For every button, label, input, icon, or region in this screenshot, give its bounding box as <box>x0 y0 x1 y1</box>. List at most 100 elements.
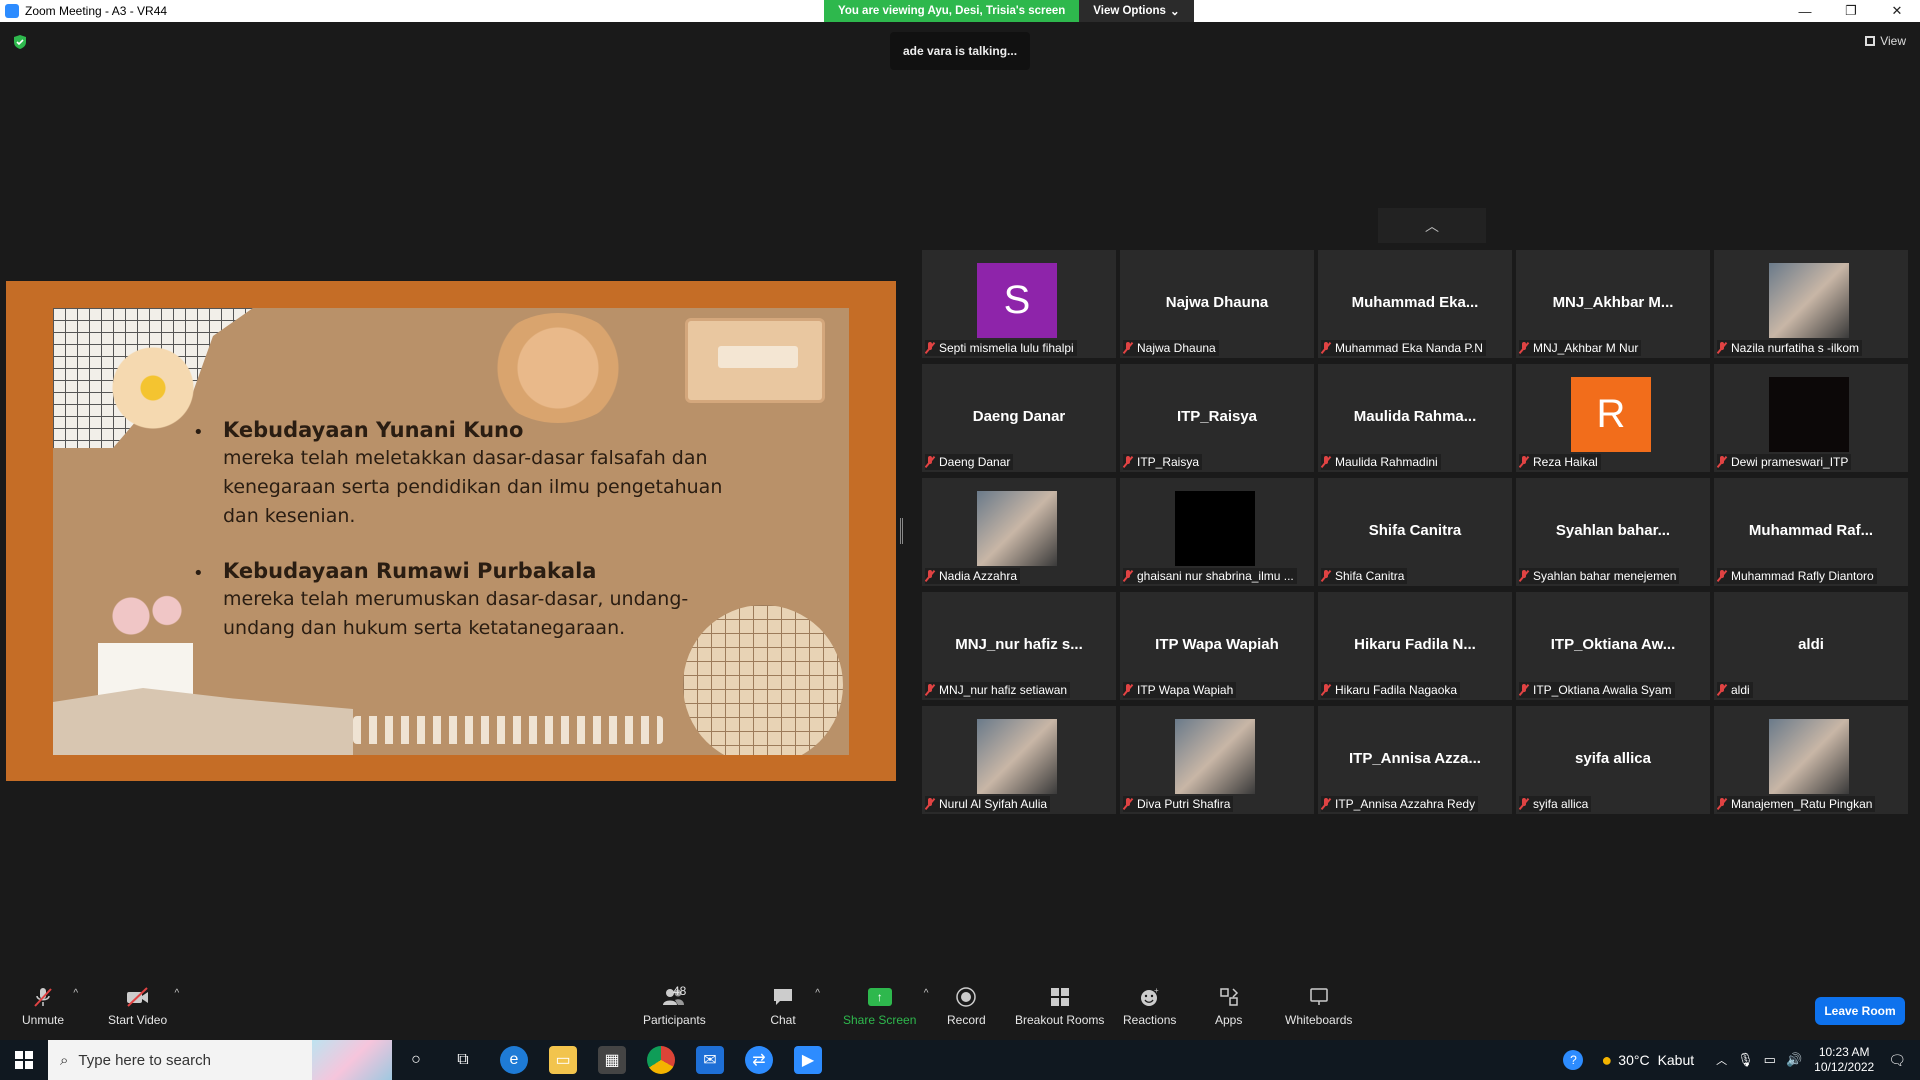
slide-bullet: • Kebudayaan Yunani Kuno mereka telah me… <box>193 418 743 531</box>
store-icon[interactable]: ▦ <box>598 1046 626 1074</box>
close-button[interactable]: ✕ <box>1874 0 1920 22</box>
bullet-title: Kebudayaan Rumawi Purbakala <box>223 559 597 583</box>
participant-tile[interactable]: Maulida Rahma... Maulida Rahmadini <box>1318 364 1512 472</box>
participant-tile[interactable]: Manajemen_Ratu Pingkan <box>1714 706 1908 814</box>
participant-tile[interactable]: Muhammad Eka... Muhammad Eka Nanda P.N <box>1318 250 1512 358</box>
start-button[interactable] <box>0 1040 48 1080</box>
weather-desc[interactable]: Kabut <box>1658 1052 1695 1068</box>
minimize-button[interactable]: — <box>1782 0 1828 22</box>
start-video-button[interactable]: Start Video ^ <box>108 986 179 1027</box>
participant-tile[interactable]: Diva Putri Shafira <box>1120 706 1314 814</box>
unmute-label: Unmute <box>22 1013 65 1027</box>
chat-button[interactable]: Chat ^ <box>770 986 820 1027</box>
volume-icon[interactable]: 🔊 <box>1786 1052 1802 1068</box>
teamviewer-icon[interactable]: ⇄ <box>745 1046 773 1074</box>
profile-photo <box>1175 491 1255 566</box>
unmute-caret-icon[interactable]: ^ <box>73 988 78 999</box>
task-view-icon[interactable]: ⧉ <box>449 1046 477 1074</box>
participant-name-label: Daeng Danar <box>925 454 1014 470</box>
windows-logo-icon <box>15 1051 33 1069</box>
breakout-rooms-icon <box>1047 986 1073 1008</box>
participant-display-name: aldi <box>1798 636 1824 653</box>
record-button[interactable]: Record <box>947 986 986 1027</box>
muted-mic-icon <box>925 456 935 468</box>
apps-button[interactable]: Apps <box>1215 986 1242 1027</box>
reactions-button[interactable]: + Reactions <box>1123 986 1176 1027</box>
participant-name-label: Hikaru Fadila Nagaoka <box>1321 682 1461 698</box>
weather-icon[interactable]: ● <box>1601 1050 1612 1071</box>
clock[interactable]: 10:23 AM 10/12/2022 <box>1814 1045 1874 1075</box>
participant-gallery: S Septi mismelia lulu fihalpi Najwa Dhauna… <box>922 250 1908 814</box>
notifications-icon[interactable]: 🗨 <box>1888 1052 1906 1069</box>
share-caret-icon[interactable]: ^ <box>924 988 929 999</box>
participants-button[interactable]: 48 Participants <box>643 984 706 1027</box>
muted-mic-icon <box>1123 684 1133 696</box>
bullet-body: mereka telah merumuskan dasar-dasar, und… <box>223 588 689 639</box>
participant-tile[interactable]: Shifa Canitra Shifa Canitra <box>1318 478 1512 586</box>
profile-photo <box>1175 719 1255 794</box>
edge-icon[interactable]: e <box>500 1046 528 1074</box>
network-icon[interactable]: ▭ <box>1764 1052 1776 1068</box>
weather-temp[interactable]: 30°C <box>1618 1052 1649 1068</box>
bullet-dot: • <box>193 563 204 584</box>
file-explorer-icon[interactable]: ▭ <box>549 1046 577 1074</box>
gallery-page-up-button[interactable]: ︿ <box>1378 208 1486 243</box>
participant-tile[interactable]: ghaisani nur shabrina_ilmu ... <box>1120 478 1314 586</box>
participant-tile[interactable]: MNJ_nur hafiz s... MNJ_nur hafiz setiawan <box>922 592 1116 700</box>
view-options-button[interactable]: View Options ⌄ <box>1079 0 1194 22</box>
participant-tile[interactable]: Dewi prameswari_ITP <box>1714 364 1908 472</box>
shield-icon[interactable] <box>12 34 28 50</box>
participant-tile[interactable]: S Septi mismelia lulu fihalpi <box>922 250 1116 358</box>
muted-mic-icon <box>1321 684 1331 696</box>
help-icon[interactable]: ? <box>1563 1050 1584 1070</box>
participant-tile[interactable]: Syahlan bahar... Syahlan bahar menejemen <box>1516 478 1710 586</box>
participant-tile[interactable]: Nurul Al Syifah Aulia <box>922 706 1116 814</box>
chat-caret-icon[interactable]: ^ <box>815 988 820 999</box>
mail-icon[interactable]: ✉ <box>696 1046 724 1074</box>
participant-tile[interactable]: aldi aldi <box>1714 592 1908 700</box>
participant-tile[interactable]: Najwa Dhauna Najwa Dhauna <box>1120 250 1314 358</box>
whiteboards-button[interactable]: Whiteboards <box>1285 986 1352 1027</box>
participant-tile[interactable]: R Reza Haikal <box>1516 364 1710 472</box>
participant-name-label: Maulida Rahmadini <box>1321 454 1441 470</box>
participant-name-label: Shifa Canitra <box>1321 568 1408 584</box>
windows-taskbar: ⌕ Type here to search ○ ⧉ e ▭ ▦ ✉ ⇄ ▶ ? … <box>0 1040 1920 1080</box>
participant-tile[interactable]: Nazila nurfatiha s -ilkom <box>1714 250 1908 358</box>
microphone-icon[interactable]: 🎙 <box>1737 1052 1754 1068</box>
participant-tile[interactable]: Muhammad Raf... Muhammad Rafly Diantoro <box>1714 478 1908 586</box>
leave-room-button[interactable]: Leave Room <box>1815 997 1905 1025</box>
restore-button[interactable]: ❐ <box>1828 0 1874 22</box>
participant-tile[interactable]: ITP Wapa Wapiah ITP Wapa Wapiah <box>1120 592 1314 700</box>
zoom-taskbar-icon[interactable]: ▶ <box>794 1046 822 1074</box>
participant-name-label: ITP_Oktiana Awalia Syam <box>1519 682 1675 698</box>
participant-name-label: Syahlan bahar menejemen <box>1519 568 1680 584</box>
participant-tile[interactable]: Hikaru Fadila N... Hikaru Fadila Nagaoka <box>1318 592 1512 700</box>
share-screen-button[interactable]: ↑ Share Screen ^ <box>843 986 928 1027</box>
unmute-button[interactable]: Unmute ^ <box>22 986 78 1027</box>
view-button[interactable]: View <box>1865 34 1906 48</box>
participant-tile[interactable]: ITP_Oktiana Aw... ITP_Oktiana Awalia Syam <box>1516 592 1710 700</box>
participant-display-name: ITP_Annisa Azza... <box>1349 750 1481 767</box>
window-titlebar: Zoom Meeting - A3 - VR44 You are viewing… <box>0 0 1920 22</box>
participant-tile[interactable]: ITP_Annisa Azza... ITP_Annisa Azzahra Red… <box>1318 706 1512 814</box>
cortana-icon[interactable]: ○ <box>402 1046 430 1074</box>
participant-name: Hikaru Fadila Nagaoka <box>1335 683 1458 697</box>
clock-time: 10:23 AM <box>1818 1045 1870 1059</box>
chrome-icon[interactable] <box>647 1046 675 1074</box>
dash-pattern-decoration <box>353 716 663 744</box>
participant-tile[interactable]: MNJ_Akhbar M... MNJ_Akhbar M Nur <box>1516 250 1710 358</box>
splitter-handle[interactable] <box>900 518 903 544</box>
breakout-rooms-button[interactable]: Breakout Rooms <box>1015 986 1104 1027</box>
participant-tile[interactable]: Nadia Azzahra <box>922 478 1116 586</box>
participant-tile[interactable]: syifa allica syifa allica <box>1516 706 1710 814</box>
video-caret-icon[interactable]: ^ <box>174 988 179 999</box>
participant-tile[interactable]: Daeng Danar Daeng Danar <box>922 364 1116 472</box>
tray-expand-icon[interactable]: ︿ <box>1716 1052 1727 1068</box>
sun-decoration <box>488 313 628 423</box>
shared-screen[interactable]: • Kebudayaan Yunani Kuno mereka telah me… <box>6 281 896 781</box>
participant-tile[interactable]: ITP_Raisya ITP_Raisya <box>1120 364 1314 472</box>
muted-mic-icon <box>1123 798 1133 810</box>
participant-name-label: MNJ_Akhbar M Nur <box>1519 340 1642 356</box>
participant-name-label: Nazila nurfatiha s -ilkom <box>1717 340 1863 356</box>
taskbar-search[interactable]: ⌕ Type here to search <box>48 1040 392 1080</box>
